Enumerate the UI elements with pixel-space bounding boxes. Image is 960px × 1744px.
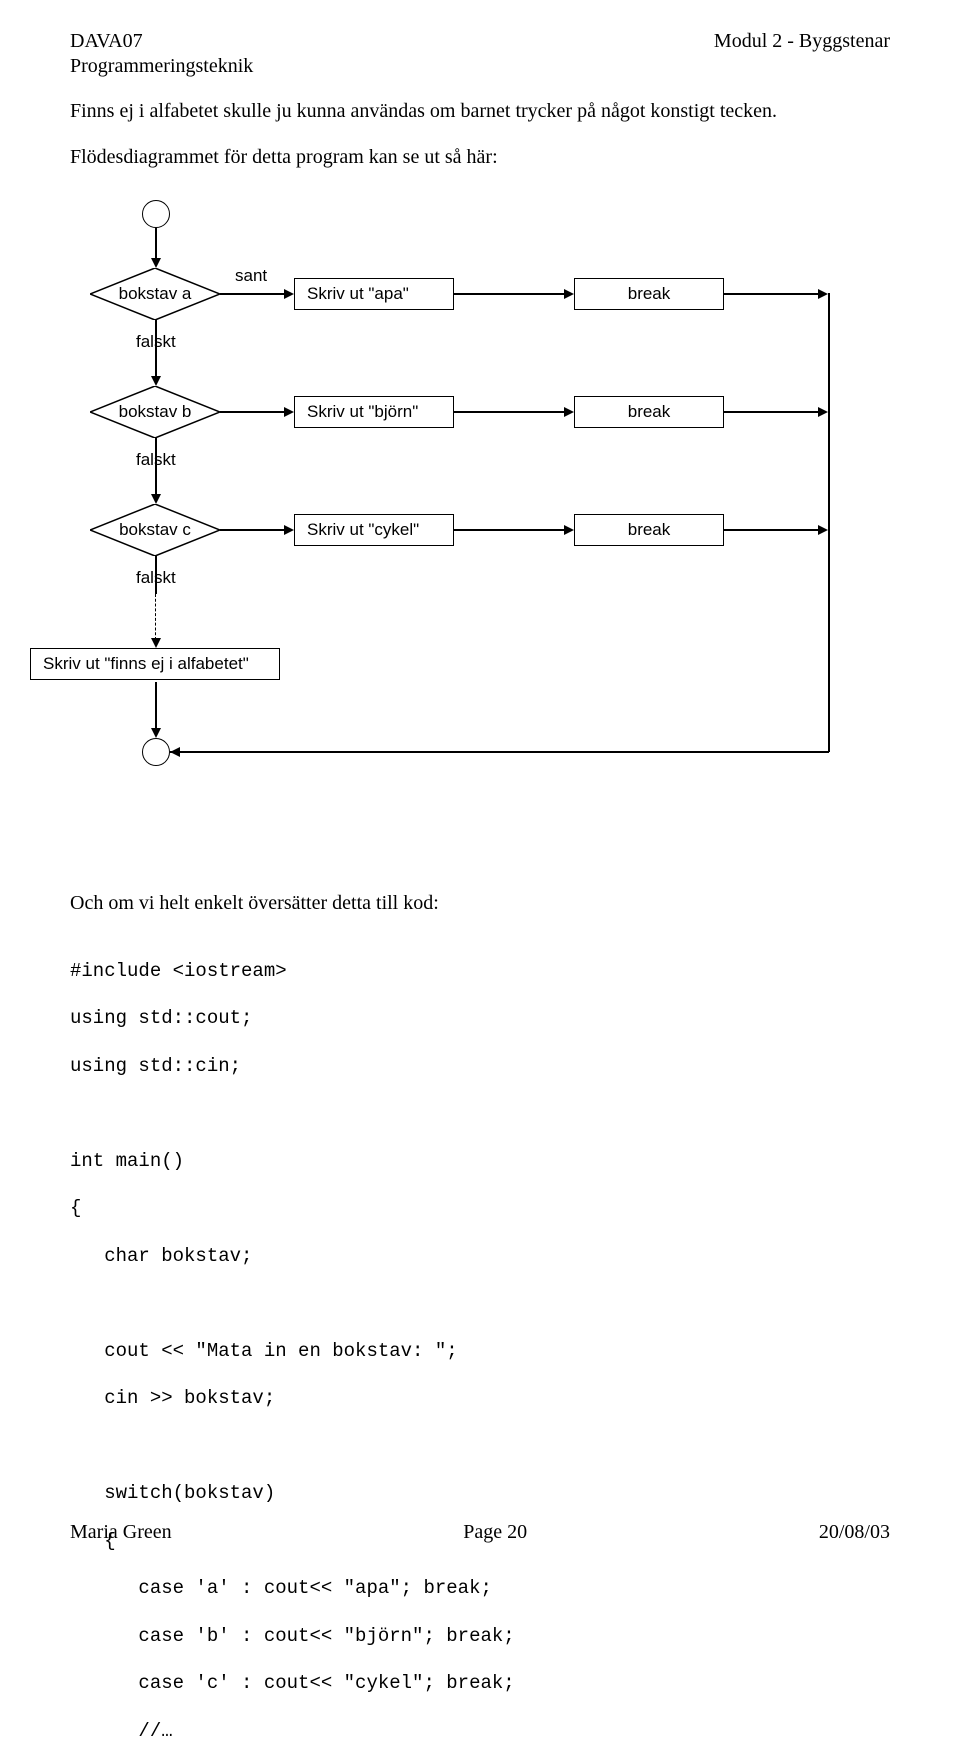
end-terminal [142,738,170,766]
decision-a: bokstav a [90,268,220,320]
process-break-c: break [574,514,724,546]
code-line: using std::cin; [70,1055,241,1077]
paragraph-2: Flödesdiagrammet för detta program kan s… [70,144,890,170]
course-name: Programmeringsteknik [70,55,890,78]
course-code: DAVA07 [70,30,143,53]
code-block: #include <iostream> using std::cout; usi… [70,936,890,1744]
decision-a-label: bokstav a [119,284,192,304]
code-line: case 'c' : cout<< "cykel"; break; [70,1672,515,1694]
code-line: char bokstav; [70,1245,252,1267]
footer-date: 20/08/03 [819,1521,890,1544]
code-line: using std::cout; [70,1007,252,1029]
code-line: case 'b' : cout<< "björn"; break; [70,1625,515,1647]
decision-b-label: bokstav b [119,402,192,422]
process-skriv-apa: Skriv ut "apa" [294,278,454,310]
paragraph-3: Och om vi helt enkelt översätter detta t… [70,890,890,916]
process-default: Skriv ut "finns ej i alfabetet" [30,648,280,680]
decision-c: bokstav c [90,504,220,556]
process-skriv-bjorn: Skriv ut "björn" [294,396,454,428]
code-line: switch(bokstav) [70,1482,275,1504]
process-break-c-label: break [628,520,671,540]
process-default-label: Skriv ut "finns ej i alfabetet" [43,654,249,674]
code-line: #include <iostream> [70,960,287,982]
process-skriv-bjorn-label: Skriv ut "björn" [307,402,418,422]
process-break-b: break [574,396,724,428]
paragraph-1: Finns ej i alfabetet skulle ju kunna anv… [70,98,890,124]
code-line: int main() [70,1150,184,1172]
flowchart: bokstav a sant Skriv ut "apa" break fals… [70,200,890,860]
code-line: case 'a' : cout<< "apa"; break; [70,1577,492,1599]
label-sant: sant [235,266,267,286]
process-skriv-cykel: Skriv ut "cykel" [294,514,454,546]
code-line: cout << "Mata in en bokstav: "; [70,1340,458,1362]
footer-page: Page 20 [463,1521,527,1544]
process-break-b-label: break [628,402,671,422]
decision-b: bokstav b [90,386,220,438]
code-line: //… [70,1720,173,1742]
module-title: Modul 2 - Byggstenar [714,30,890,53]
code-line: cin >> bokstav; [70,1387,275,1409]
code-line: { [70,1197,81,1219]
process-break-a: break [574,278,724,310]
process-skriv-cykel-label: Skriv ut "cykel" [307,520,419,540]
process-skriv-apa-label: Skriv ut "apa" [307,284,409,304]
footer-author: Maria Green [70,1521,172,1544]
start-terminal [142,200,170,228]
decision-c-label: bokstav c [119,520,191,540]
process-break-a-label: break [628,284,671,304]
